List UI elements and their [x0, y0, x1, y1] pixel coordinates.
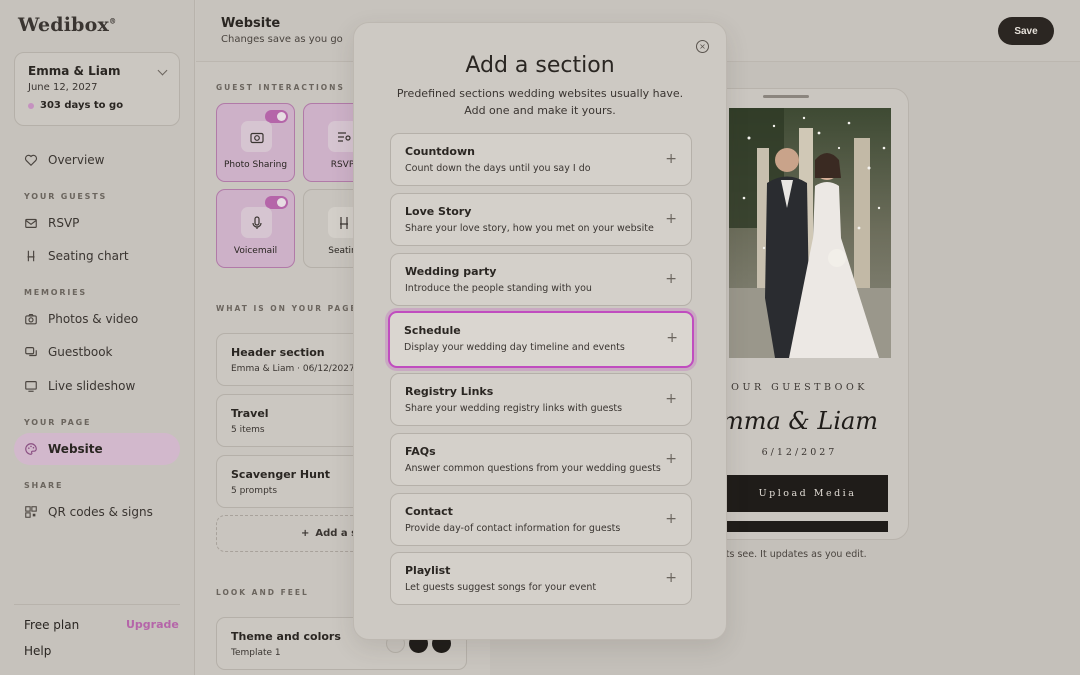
plus-icon[interactable]: + [665, 212, 677, 226]
feature-tile-photo-sharing[interactable]: Photo Sharing [216, 103, 295, 182]
wedding-date: June 12, 2027 [28, 82, 98, 93]
option-title: Schedule [404, 324, 461, 337]
sidebar-item-website[interactable]: Website [14, 433, 180, 465]
close-icon[interactable]: × [696, 40, 709, 53]
option-subtitle: Provide day-of contact information for g… [405, 523, 621, 534]
qr-code-icon [24, 505, 38, 519]
section-label-look-feel: LOOK AND FEEL [216, 588, 309, 597]
option-title: Wedding party [405, 265, 497, 278]
option-subtitle: Answer common questions from your weddin… [405, 463, 661, 474]
plus-icon: + [301, 528, 310, 539]
countdown-row: 303 days to go [28, 100, 166, 111]
sidebar-item-label: Website [48, 442, 103, 456]
option-title: Playlist [405, 564, 451, 577]
plus-icon[interactable]: + [666, 331, 678, 345]
sidebar-item-slideshow[interactable]: Live slideshow [14, 370, 180, 402]
option-title: Countdown [405, 145, 475, 158]
plus-icon[interactable]: + [665, 392, 677, 406]
preview-bottom-bar [727, 521, 888, 532]
tile-label: Photo Sharing [223, 160, 288, 170]
sidebar-item-overview[interactable]: Overview [14, 144, 180, 176]
upload-media-button[interactable]: Upload Media [727, 475, 888, 512]
phone-notch [763, 95, 809, 98]
option-title: Registry Links [405, 385, 494, 398]
heart-icon [24, 153, 38, 167]
monitor-icon [24, 379, 38, 393]
option-title: Love Story [405, 205, 472, 218]
envelope-icon [24, 216, 38, 230]
nav-section-guests: YOUR GUESTS [24, 192, 108, 201]
help-link[interactable]: Help [24, 644, 51, 658]
sidebar-item-label: QR codes & signs [48, 505, 153, 519]
couple-photo [729, 108, 891, 358]
countdown-text: 303 days to go [40, 100, 124, 111]
plus-icon[interactable]: + [665, 272, 677, 286]
section-option-playlist[interactable]: Playlist Let guests suggest songs for yo… [390, 552, 692, 605]
section-option-faqs[interactable]: FAQs Answer common questions from your w… [390, 433, 692, 486]
sidebar-item-label: Overview [48, 153, 105, 167]
plus-icon[interactable]: + [665, 152, 677, 166]
add-section-modal: × Add a section Predefined sections wedd… [353, 22, 727, 640]
sidebar-divider [14, 604, 180, 605]
sidebar-item-rsvp[interactable]: RSVP [14, 207, 180, 239]
feature-tile-voicemail[interactable]: Voicemail [216, 189, 295, 268]
couple-name: Emma & Liam [28, 64, 121, 78]
modal-description: Predefined sections wedding websites usu… [396, 87, 684, 117]
option-subtitle: Count down the days until you say I do [405, 163, 591, 174]
save-button[interactable]: Save [998, 17, 1054, 45]
option-subtitle: Introduce the people standing with you [405, 283, 592, 294]
add-section-label: Add a s [315, 528, 358, 539]
status-dot [28, 102, 34, 109]
section-option-schedule[interactable]: Schedule Display your wedding day timeli… [388, 311, 694, 368]
plus-icon[interactable]: + [665, 512, 677, 526]
nav-section-share: SHARE [24, 481, 64, 490]
section-option-love-story[interactable]: Love Story Share your love story, how yo… [390, 193, 692, 246]
palette-icon [24, 442, 38, 456]
section-label-guest-interactions: GUEST INTERACTIONS [216, 83, 345, 92]
modal-title: Add a section [465, 53, 615, 78]
nav-section-page: YOUR PAGE [24, 418, 92, 427]
couple-selector[interactable]: Emma & Liam June 12, 2027 303 days to go [14, 52, 180, 126]
sidebar-item-photos[interactable]: Photos & video [14, 303, 180, 335]
option-subtitle: Share your love story, how you met on yo… [405, 223, 654, 234]
sidebar-item-label: Guestbook [48, 345, 113, 359]
nav-section-memories: MEMORIES [24, 288, 87, 297]
sidebar-item-label: Photos & video [48, 312, 139, 326]
option-subtitle: Display your wedding day timeline and ev… [404, 342, 625, 353]
sidebar-item-qr[interactable]: QR codes & signs [14, 496, 180, 528]
microphone-icon [241, 207, 272, 238]
page-subtitle: Changes save as you go [221, 34, 343, 45]
page-title: Website [221, 16, 281, 31]
section-option-wedding-party[interactable]: Wedding party Introduce the people stand… [390, 253, 692, 306]
option-subtitle: Share your wedding registry links with g… [405, 403, 623, 414]
chat-icon [24, 345, 38, 359]
section-option-countdown[interactable]: Countdown Count down the days until you … [390, 133, 692, 186]
section-option-registry-links[interactable]: Registry Links Share your wedding regist… [390, 373, 692, 426]
tile-label: Voicemail [233, 246, 278, 256]
section-label-on-page: WHAT IS ON YOUR PAGE [216, 304, 358, 313]
camera-icon [24, 312, 38, 326]
chair-icon [24, 249, 38, 263]
sidebar-item-label: Live slideshow [48, 379, 136, 393]
sidebar-item-label: RSVP [48, 216, 80, 230]
plan-label: Free plan [24, 618, 80, 632]
option-title: Contact [405, 505, 453, 518]
plus-icon[interactable]: + [665, 452, 677, 466]
section-option-contact[interactable]: Contact Provide day-of contact informati… [390, 493, 692, 546]
sidebar-item-guestbook[interactable]: Guestbook [14, 336, 180, 368]
brand-logo[interactable]: Wedibox® [18, 14, 116, 36]
plus-icon[interactable]: + [665, 571, 677, 585]
option-title: FAQs [405, 445, 436, 458]
sidebar: Wedibox® Emma & Liam June 12, 2027 303 d… [0, 0, 195, 675]
camera-icon [241, 121, 272, 152]
option-subtitle: Let guests suggest songs for your event [405, 582, 597, 593]
sidebar-item-seating[interactable]: Seating chart [14, 240, 180, 272]
upgrade-link[interactable]: Upgrade [126, 618, 179, 631]
sidebar-item-label: Seating chart [48, 249, 129, 263]
